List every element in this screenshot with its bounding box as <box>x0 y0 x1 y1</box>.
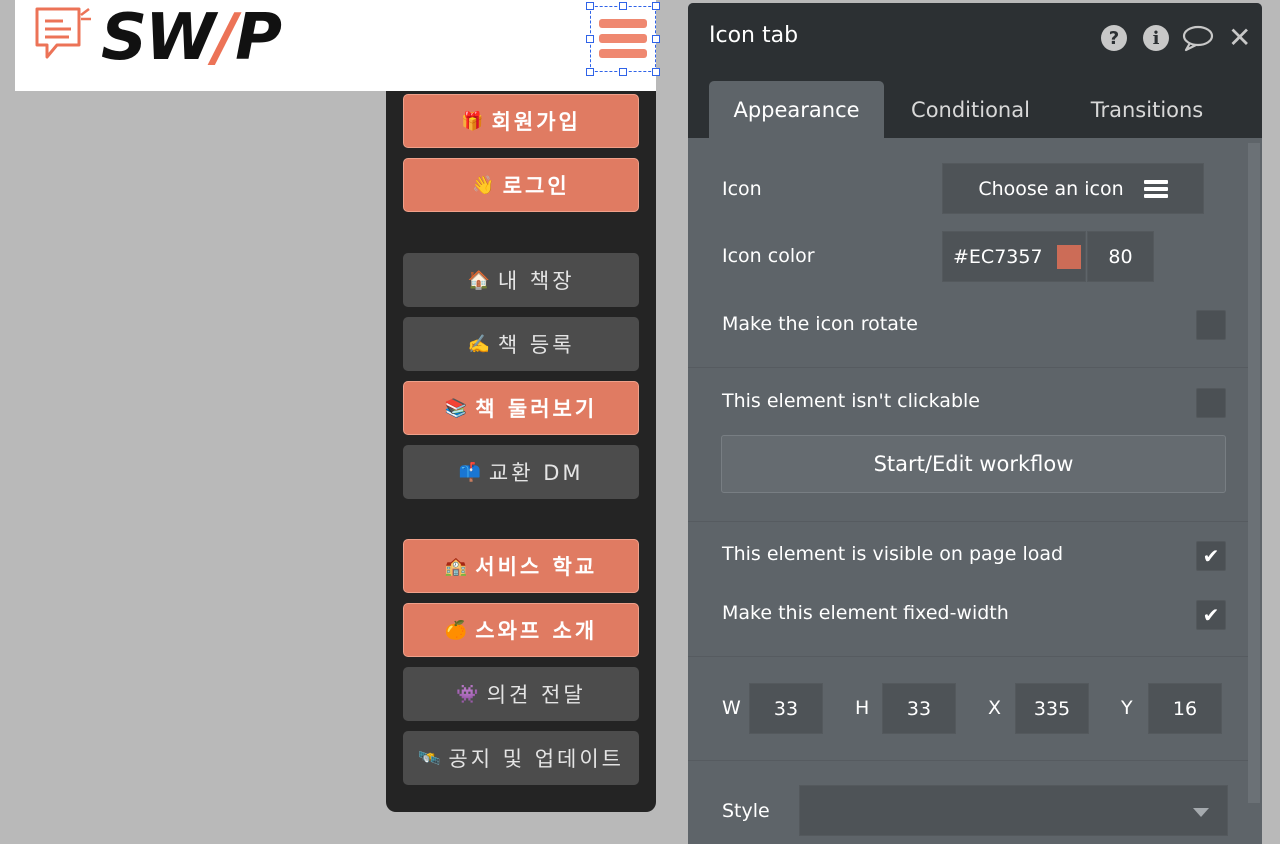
choose-icon-label: Choose an icon <box>978 177 1124 200</box>
resize-handle[interactable] <box>652 2 660 10</box>
y-label: Y <box>1121 697 1133 719</box>
resize-handle[interactable] <box>652 35 660 43</box>
property-editor-panel: Icon tab ? i ✕ Appearance Conditional Tr… <box>688 3 1262 844</box>
visible-on-load-checkbox[interactable]: ✔ <box>1196 541 1226 571</box>
fixed-width-label: Make this element fixed-width <box>722 602 1009 624</box>
divider <box>688 367 1248 368</box>
icon-opacity-input[interactable]: 80 <box>1087 231 1154 282</box>
not-clickable-checkbox[interactable] <box>1196 388 1226 418</box>
menu-item-exchange-dm[interactable]: 📫 교환 DM <box>403 445 639 499</box>
not-clickable-label: This element isn't clickable <box>722 390 980 412</box>
style-dropdown[interactable] <box>799 785 1228 836</box>
resize-handle[interactable] <box>619 68 627 76</box>
icon-color-input[interactable]: #EC7357 <box>942 231 1086 282</box>
x-label: X <box>988 697 1002 719</box>
panel-titlebar[interactable]: Icon tab ? i ✕ <box>688 3 1262 69</box>
checkmark-icon: ✔ <box>1202 544 1220 568</box>
height-input[interactable]: 33 <box>882 683 956 734</box>
menu-item-browse-books[interactable]: 📚 책 둘러보기 <box>403 381 639 435</box>
icon-color-value: #EC7357 <box>953 245 1043 268</box>
hamburger-icon <box>1143 177 1168 201</box>
menu-item-signup[interactable]: 🎁 회원가입 <box>403 94 639 148</box>
tab-bar: Appearance Conditional Transitions <box>688 69 1262 138</box>
help-icon[interactable]: ? <box>1101 25 1127 51</box>
y-input[interactable]: 16 <box>1148 683 1222 734</box>
resize-handle[interactable] <box>652 68 660 76</box>
resize-handle[interactable] <box>586 35 594 43</box>
menu-item-feedback[interactable]: 👾 의견 전달 <box>403 667 639 721</box>
menu-item-my-bookshelf[interactable]: 🏠 내 책장 <box>403 253 639 307</box>
divider <box>688 521 1248 522</box>
rotate-label: Make the icon rotate <box>722 313 918 335</box>
scrollbar[interactable] <box>1248 143 1260 803</box>
start-edit-workflow-button[interactable]: Start/Edit workflow <box>721 435 1226 493</box>
color-swatch[interactable] <box>1056 244 1081 269</box>
comment-icon[interactable] <box>1182 24 1214 52</box>
x-input[interactable]: 335 <box>1015 683 1089 734</box>
menu-item-login[interactable]: 👋 로그인 <box>403 158 639 212</box>
menu-item-service-school[interactable]: 🏫 서비스 학교 <box>403 539 639 593</box>
width-label: W <box>722 697 741 719</box>
style-label: Style <box>722 800 770 822</box>
hamburger-menu-icon[interactable] <box>586 2 660 76</box>
side-menu: 🎁 회원가입 👋 로그인 🏠 내 책장 ✍️ 책 등록 📚 책 둘러보기 📫 교환 DM 🏫… <box>386 91 656 812</box>
divider <box>688 656 1248 657</box>
tab-appearance[interactable]: Appearance <box>709 81 884 138</box>
choose-icon-button[interactable]: Choose an icon <box>942 163 1204 214</box>
divider <box>688 760 1248 761</box>
tab-conditional[interactable]: Conditional <box>893 81 1048 138</box>
document-chat-icon <box>35 7 91 59</box>
width-input[interactable]: 33 <box>749 683 823 734</box>
resize-handle[interactable] <box>586 68 594 76</box>
page-header: SW/P <box>15 0 660 91</box>
menu-item-swap-intro[interactable]: 🍊 스와프 소개 <box>403 603 639 657</box>
chevron-down-icon <box>1193 808 1209 817</box>
menu-item-register-book[interactable]: ✍️ 책 등록 <box>403 317 639 371</box>
fixed-width-checkbox[interactable]: ✔ <box>1196 600 1226 630</box>
panel-title: Icon tab <box>709 23 799 48</box>
resize-handle[interactable] <box>586 2 594 10</box>
resize-handle[interactable] <box>619 2 627 10</box>
logo-text: SW/P <box>101 1 282 75</box>
checkmark-icon: ✔ <box>1202 603 1220 627</box>
height-label: H <box>855 697 870 719</box>
tab-transitions[interactable]: Transitions <box>1068 81 1226 138</box>
icon-label: Icon <box>722 178 762 200</box>
menu-item-notices[interactable]: 🛰️ 공지 및 업데이트 <box>403 731 639 785</box>
visible-on-load-label: This element is visible on page load <box>722 543 1064 565</box>
rotate-checkbox[interactable] <box>1196 310 1226 340</box>
icon-color-label: Icon color <box>722 245 815 267</box>
close-icon[interactable]: ✕ <box>1228 21 1251 54</box>
info-icon[interactable]: i <box>1143 25 1169 51</box>
